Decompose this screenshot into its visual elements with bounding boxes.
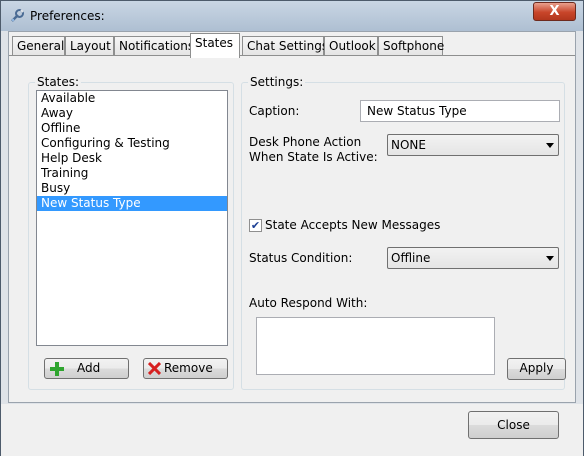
window-title: Preferences: (30, 9, 105, 23)
settings-group-label: Settings: (248, 75, 306, 89)
states-list[interactable]: Available Away Offline Configuring & Tes… (36, 90, 228, 346)
desk-phone-label-line1: Desk Phone Action (249, 135, 362, 149)
tab-outlook[interactable]: Outlook (324, 36, 378, 57)
status-condition-value: Offline (391, 251, 431, 265)
chevron-down-icon (546, 256, 554, 261)
close-icon: X (549, 4, 560, 19)
list-item[interactable]: Configuring & Testing (37, 136, 227, 151)
desk-phone-action-select[interactable]: NONE (387, 134, 559, 156)
list-item[interactable]: Training (37, 166, 227, 181)
list-item[interactable]: Offline (37, 121, 227, 136)
tab-layout[interactable]: Layout (65, 36, 114, 57)
add-button-label: Add (77, 361, 101, 375)
tab-notifications[interactable]: Notifications (114, 36, 194, 57)
states-group-label: States: (35, 75, 82, 89)
list-item[interactable]: Available (37, 91, 227, 106)
list-item-selected[interactable]: New Status Type (37, 196, 227, 211)
auto-respond-textarea[interactable] (256, 317, 495, 375)
add-button[interactable]: Add (44, 358, 129, 379)
wrench-app-icon (11, 9, 24, 22)
red-x-icon (148, 362, 161, 375)
tab-strip: General Layout Notifications States Chat… (9, 33, 575, 58)
title-bar[interactable]: Preferences: X (1, 1, 583, 31)
desk-phone-action-value: NONE (391, 138, 426, 152)
preferences-window: Preferences: X General Layout Notificati… (0, 0, 584, 456)
tab-softphone[interactable]: Softphone (378, 36, 444, 57)
tab-chat-settings[interactable]: Chat Settings: (242, 36, 332, 57)
tab-states[interactable]: States (190, 33, 240, 58)
dialog-footer: Close (1, 404, 583, 456)
accepts-messages-checkbox[interactable]: ✔ (249, 219, 262, 232)
tab-general[interactable]: General (12, 36, 65, 57)
chevron-down-icon (546, 143, 554, 148)
list-item[interactable]: Away (37, 106, 227, 121)
caption-label: Caption: (249, 104, 300, 118)
accepts-messages-label[interactable]: State Accepts New Messages (265, 218, 440, 232)
desk-phone-label-line2: When State Is Active: (249, 150, 378, 164)
window-close-button[interactable]: X (533, 2, 576, 21)
list-item[interactable]: Help Desk (37, 151, 227, 166)
plus-icon (50, 362, 64, 376)
remove-button-label: Remove (164, 361, 213, 375)
caption-input[interactable]: New Status Type (360, 100, 560, 122)
close-button[interactable]: Close (468, 411, 559, 439)
auto-respond-label: Auto Respond With: (249, 296, 368, 310)
apply-button[interactable]: Apply (507, 358, 566, 380)
status-condition-label: Status Condition: (249, 251, 353, 265)
status-condition-select[interactable]: Offline (387, 247, 559, 269)
list-item[interactable]: Busy (37, 181, 227, 196)
remove-button[interactable]: Remove (143, 358, 228, 379)
